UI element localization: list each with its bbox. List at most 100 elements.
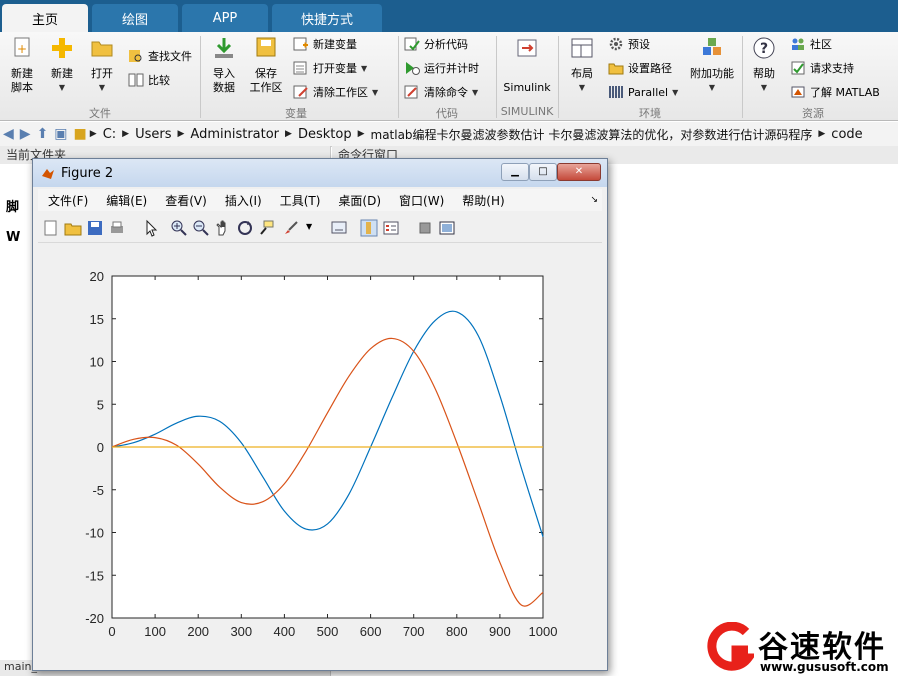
preferences-label: 预设 [628,38,650,51]
gususoft-logo-icon [707,622,754,671]
open-folder-icon [91,41,113,57]
preferences-button[interactable]: 预设 [608,34,650,54]
figure-title: Figure 2 [61,166,114,181]
new-script-icon: + [14,37,30,57]
y-tick-label: 0 [97,440,104,455]
open-file-icon[interactable] [64,219,82,237]
brush-dropdown-caret[interactable]: ▼ [306,222,312,231]
zoom-out-icon[interactable] [192,219,210,237]
ribbon-separator [558,36,559,118]
breadcrumb-item[interactable]: Users [135,127,171,142]
tab-apps[interactable]: APP [182,4,268,32]
link-plot-icon[interactable] [330,219,348,237]
breadcrumb-item[interactable]: Desktop [298,127,352,142]
import-data-button[interactable]: 导入 数据 [202,36,246,95]
y-tick-label: -5 [92,483,104,498]
run-and-time-button[interactable]: 运行并计时 [404,58,479,78]
clear-commands-button[interactable]: 清除命令 ▼ [404,82,478,102]
compare-label: 比较 [148,74,170,87]
compare-icon [128,73,144,87]
menu-file[interactable]: 文件(F) [48,192,88,209]
group-code-label: 代码 [436,107,458,120]
open-variable-button[interactable]: 打开变量 ▼ [293,58,367,78]
menu-view[interactable]: 查看(V) [165,192,207,209]
add-ons-button[interactable]: 附加功能 ▼ [688,36,736,95]
open-label: 打开 [91,67,113,80]
save-workspace-label: 保存 工作区 [249,67,283,94]
breadcrumb-item[interactable]: Administrator [190,127,279,142]
layout-caret: ▼ [578,83,586,92]
browse-folder-icon[interactable]: ▣ [54,126,67,142]
watermark-url: www.gususoft.com [760,660,889,674]
legend-icon[interactable] [382,219,400,237]
new-label: 新建 [51,67,73,80]
help-button[interactable]: ? 帮助 ▼ [744,36,784,95]
data-cursor-icon[interactable] [258,219,276,237]
compare-button[interactable]: 比较 [128,70,170,90]
back-arrow-icon[interactable]: ◀ [3,126,14,142]
zoom-in-icon[interactable] [170,219,188,237]
request-support-button[interactable]: 请求支持 [790,58,854,78]
close-button[interactable]: ✕ [557,163,601,181]
open-button[interactable]: 打开 ▼ [80,36,124,95]
menu-desktop[interactable]: 桌面(D) [338,192,381,209]
save-workspace-button[interactable]: 保存 工作区 [244,36,288,95]
line-chart[interactable]: 0 100 200 300 400 500 600 700 800 900 1000-20-15-1… [38,243,602,666]
left-panel-item[interactable]: 脚 [6,196,19,215]
menu-insert[interactable]: 插入(I) [225,192,262,209]
breadcrumb-item[interactable]: C: [103,127,116,142]
pointer-icon[interactable] [142,219,160,237]
analyze-code-label: 分析代码 [424,38,468,51]
brush-icon[interactable] [282,219,300,237]
breadcrumb-item[interactable]: matlab编程卡尔曼滤波参数估计 卡尔曼滤波算法的优化，对参数进行估计源码程序 [371,126,813,143]
y-tick-label: 5 [97,397,104,412]
rotate-3d-icon[interactable] [236,219,254,237]
dock-arrow-icon[interactable]: ↘ [590,195,598,205]
pan-hand-icon[interactable] [214,219,232,237]
find-files-button[interactable]: 查找文件 [128,46,192,66]
community-button[interactable]: 社区 [790,34,832,54]
x-tick-label: 100 [144,624,166,639]
menu-help[interactable]: 帮助(H) [462,192,504,209]
new-variable-button[interactable]: 新建变量 [293,34,357,54]
menu-edit[interactable]: 编辑(E) [106,192,147,209]
close-icon: ✕ [574,166,584,177]
simulink-button[interactable]: Simulink [500,36,554,95]
left-panel-item[interactable]: W [6,230,20,245]
show-plot-tools-icon[interactable] [438,219,456,237]
save-figure-icon[interactable] [86,219,104,237]
clear-workspace-button[interactable]: 清除工作区 ▼ [293,82,378,102]
colorbar-icon[interactable] [360,219,378,237]
menu-tools[interactable]: 工具(T) [280,192,321,209]
breadcrumb-item[interactable]: code [831,127,862,142]
forward-arrow-icon[interactable]: ▶ [20,126,31,142]
tab-home[interactable]: 主页 [2,4,88,32]
y-tick-label: 20 [90,269,104,284]
breadcrumb-separator: ▶ [285,129,292,139]
tab-plots[interactable]: 绘图 [92,4,178,32]
layout-button[interactable]: 布局 ▼ [560,36,604,95]
figure-titlebar[interactable]: Figure 2 ▁ □ ✕ [33,159,607,187]
parallel-bars-icon [609,86,623,98]
print-icon[interactable] [108,219,126,237]
analyze-code-button[interactable]: 分析代码 [404,34,468,54]
hide-plot-tools-icon[interactable] [416,219,434,237]
menu-window[interactable]: 窗口(W) [399,192,444,209]
breadcrumb-separator: ▶ [357,129,365,139]
maximize-button[interactable]: □ [529,163,557,181]
new-button[interactable]: 新建 ▼ [40,36,84,95]
new-figure-icon[interactable] [42,219,60,237]
up-folder-icon[interactable]: ⬆ [37,126,49,142]
community-people-icon [792,38,804,50]
new-dropdown-caret: ▼ [58,83,66,92]
save-workspace-icon [256,37,276,57]
minimize-button[interactable]: ▁ [501,163,529,181]
parallel-button[interactable]: Parallel ▼ [608,82,678,102]
learn-matlab-button[interactable]: 了解 MATLAB [790,82,880,102]
set-path-label: 设置路径 [628,62,672,75]
tab-shortcuts[interactable]: 快捷方式 [272,4,382,32]
help-label: 帮助 [753,67,775,80]
new-script-button[interactable]: + 新建 脚本 [0,36,44,95]
toolstrip-tabbar: 主页 绘图 APP 快捷方式 [0,0,898,32]
set-path-button[interactable]: 设置路径 [608,58,672,78]
